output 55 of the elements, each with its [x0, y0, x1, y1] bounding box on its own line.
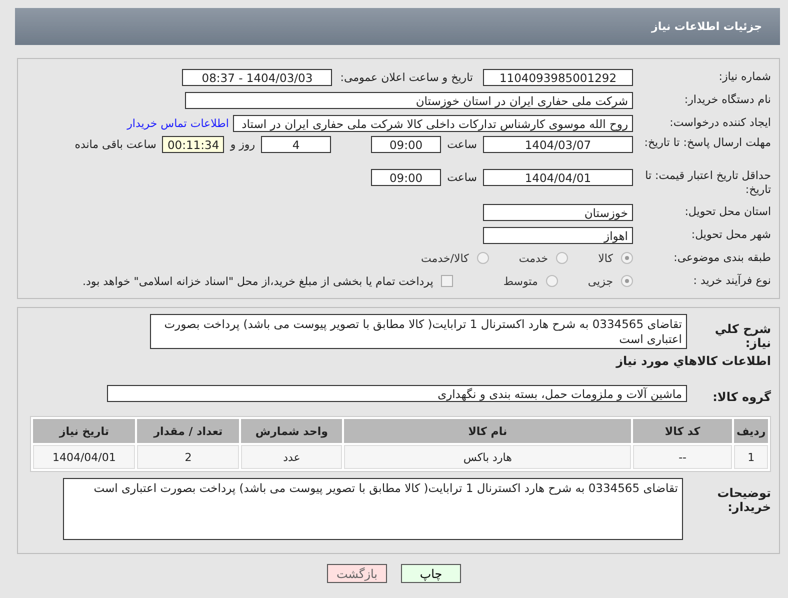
days-field: 4 [261, 136, 332, 153]
column-header: ردیف [734, 419, 768, 443]
category-radio[interactable]: خدمت [518, 252, 568, 264]
category-radio[interactable]: کالا/خدمت [421, 252, 489, 264]
city-field: اهواز [483, 226, 633, 244]
field-label: نوع فرآیند خرید : [692, 274, 772, 288]
field-label: نام دستگاه خریدار: [683, 93, 772, 107]
category-radio[interactable]: کالا [598, 252, 633, 264]
table-cell: 2 [137, 445, 240, 469]
time-field: 09:00 [371, 169, 442, 186]
announce-date-field: 1404/03/03 - 08:37 [182, 68, 332, 86]
field-label: مهلت ارسال پاسخ: تا تاریخ: [643, 136, 772, 150]
description-field: تقاضای 0334565 به شرح هارد اکسترنال 1 ترابایت( کالا مطابق با تصویر پیوست می باشد) پرداخت بصورت اعتباری است [150, 314, 687, 349]
time-label: ساعت [447, 137, 477, 153]
column-header: نام کالا [344, 419, 631, 443]
days-label: روز و [230, 137, 256, 153]
table-cell: 1 [734, 445, 768, 469]
print-button[interactable]: چاپ [401, 564, 461, 583]
remaining-label: ساعت باقی مانده [74, 137, 156, 153]
field-label: شهر محل تحویل: [690, 228, 772, 242]
process-radio[interactable]: جزیی [588, 274, 633, 288]
requester-field: روح الله موسوی کارشناس تدارکات داخلی کالا شرکت ملی حفاری ایران در استاد [233, 114, 633, 132]
column-header: واحد شمارش [241, 419, 342, 443]
field-label: استان محل تحویل: [684, 205, 772, 219]
need-number-field: 1104093985001292 [483, 68, 633, 86]
table-cell: 1404/04/01 [33, 445, 136, 469]
date-field: 1404/04/01 [483, 169, 633, 186]
field-label: ایجاد کننده درخواست: [668, 116, 772, 130]
field-label: شرح کلي نياز: [714, 321, 772, 350]
field-label: توضیحات خریدار: [716, 485, 772, 514]
buyer-notes-field: تقاضای 0334565 به شرح هارد اکسترنال 1 ترابایت( کالا مطابق با تصویر پیوست می باشد) پرداخت بصورت اعتباری است [63, 478, 683, 540]
page-title: جزئیات اطلاعات نیاز [652, 20, 762, 33]
field-label: حداقل تاریخ اعتبار قیمت: تا تاریخ: [644, 169, 772, 197]
column-header: کد کالا [632, 419, 732, 443]
time-label: ساعت [447, 170, 477, 186]
province-field: خوزستان [483, 204, 633, 220]
contact-link[interactable]: اطلاعات تماس خریدار [127, 116, 229, 130]
remaining-time-field: 00:11:34 [162, 136, 224, 153]
treasury-checkbox[interactable]: پرداخت تمام یا بخشی از مبلغ خرید،از محل "اسناد خزانه اسلامی" خواهد بود. [82, 274, 454, 288]
date-field: 1404/03/07 [483, 136, 633, 153]
process-radio[interactable]: متوسط [503, 274, 558, 288]
time-field: 09:00 [371, 136, 442, 153]
buyer-org-field: شرکت ملی حفاری ایران در استان خوزستان [185, 92, 633, 108]
column-header: تعداد / مقدار [137, 419, 240, 443]
column-header: تاریخ نیاز [33, 419, 136, 443]
back-button[interactable]: بازگشت [327, 564, 387, 583]
goods-group-field: ماشین آلات و ملزومات حمل، بسته بندی و نگهداری [107, 384, 687, 402]
table-cell: عدد [241, 445, 342, 469]
table-cell: هارد باکس [344, 445, 631, 469]
field-label: گروه کالا: [712, 389, 772, 404]
table-cell: -- [632, 445, 732, 469]
section-title: اطلاعات کالاهاي مورد نياز [614, 354, 772, 368]
field-label: طبقه بندی موضوعی: [672, 251, 772, 265]
field-label: تاریخ و ساعت اعلان عمومی: [340, 70, 473, 84]
field-label: شماره نیاز: [718, 70, 772, 84]
